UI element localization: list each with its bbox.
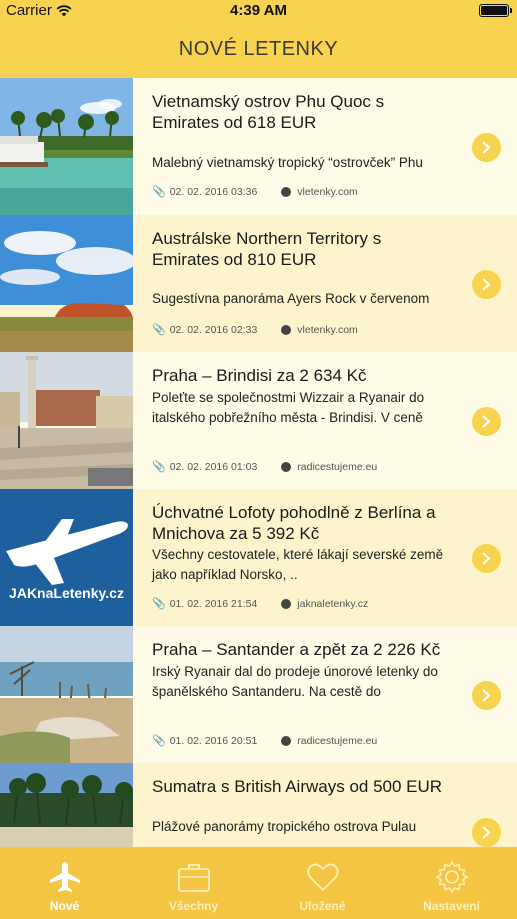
item-source: vletenky.com bbox=[297, 323, 358, 336]
globe-icon bbox=[281, 735, 292, 746]
paperclip-icon: 📎 bbox=[152, 598, 166, 610]
item-date: 02. 02. 2016 03:36 bbox=[169, 185, 258, 198]
paperclip-icon: 📎 bbox=[152, 186, 166, 198]
item-date: 02. 02. 2016 02:33 bbox=[169, 323, 258, 336]
chevron-right-icon bbox=[482, 689, 491, 702]
item-content[interactable]: Úchvatné Lofoty pohodlně z Berlína a Mni… bbox=[133, 489, 517, 626]
item-meta: 📎 01. 02. 2016 20:51 radicestujeme.eu bbox=[152, 734, 472, 748]
heart-icon bbox=[307, 863, 339, 892]
item-description: Plážové panorámy tropického ostrova Pula… bbox=[152, 819, 417, 834]
item-content[interactable]: Vietnamský ostrov Phu Quoc s Emirates od… bbox=[133, 78, 517, 215]
globe-icon bbox=[281, 324, 292, 335]
item-title[interactable]: Praha – Brindisi za 2 634 Kč bbox=[152, 365, 452, 386]
item-title[interactable]: Sumatra s British Airways od 500 EUR bbox=[152, 776, 452, 797]
paperclip-icon: 📎 bbox=[152, 461, 166, 473]
airplane-logo-icon bbox=[6, 519, 128, 585]
item-meta: 📎 01. 02. 2016 21:54 jaknaletenky.cz bbox=[152, 597, 472, 611]
tab-ulozene[interactable]: Uložené bbox=[258, 847, 387, 919]
item-description: Sugestívna panoráma Ayers Rock v červeno… bbox=[152, 291, 430, 306]
navigation-bar: NOVÉ LETENKY bbox=[0, 22, 517, 78]
item-content[interactable]: Praha – Santander a zpět za 2 226 Kč Irs… bbox=[133, 626, 517, 763]
chevron-right-icon bbox=[482, 141, 491, 154]
chevron-right-icon bbox=[482, 415, 491, 428]
item-description: Všechny cestovatele, které lákají severs… bbox=[152, 547, 444, 582]
thumbnail-santander-coast bbox=[0, 626, 133, 763]
tab-vsechny[interactable]: Všechny bbox=[129, 847, 258, 919]
status-bar: Carrier 4:39 AM bbox=[0, 0, 517, 22]
item-date: 01. 02. 2016 20:51 bbox=[169, 734, 258, 747]
chevron-right-icon bbox=[482, 552, 491, 565]
item-title[interactable]: Praha – Santander a zpět za 2 226 Kč bbox=[152, 639, 452, 660]
item-description: Malebný vietnamský tropický “ostrovček” … bbox=[152, 155, 423, 170]
tab-label: Všechny bbox=[168, 899, 219, 913]
item-content[interactable]: Praha – Brindisi za 2 634 Kč Poleťte se … bbox=[133, 352, 517, 489]
list-item[interactable]: Vietnamský ostrov Phu Quoc s Emirates od… bbox=[0, 78, 517, 215]
list-item[interactable]: Praha – Brindisi za 2 634 Kč Poleťte se … bbox=[0, 352, 517, 489]
item-description: Poleťte se společnostmi Wizzair a Ryanai… bbox=[152, 390, 425, 425]
tab-label: Nové bbox=[49, 899, 80, 913]
thumbnail-ayers-rock bbox=[0, 215, 133, 352]
open-detail-button[interactable] bbox=[472, 133, 501, 162]
battery-icon bbox=[479, 4, 512, 17]
item-title[interactable]: Úchvatné Lofoty pohodlně z Berlína a Mni… bbox=[152, 502, 452, 544]
item-content[interactable]: Sumatra s British Airways od 500 EUR Plá… bbox=[133, 763, 517, 847]
tab-label: Uložené bbox=[299, 899, 346, 913]
globe-icon bbox=[281, 598, 292, 609]
paperclip-icon: 📎 bbox=[152, 324, 166, 336]
thumbnail-sumatra-palms bbox=[0, 763, 133, 847]
item-source: jaknaletenky.cz bbox=[297, 597, 369, 610]
list-item[interactable]: Sumatra s British Airways od 500 EUR Plá… bbox=[0, 763, 517, 847]
open-detail-button[interactable] bbox=[472, 818, 501, 847]
ticket-list[interactable]: Vietnamský ostrov Phu Quoc s Emirates od… bbox=[0, 78, 517, 847]
item-meta: 📎 02. 02. 2016 02:33 vletenky.com bbox=[152, 323, 472, 337]
chevron-right-icon bbox=[482, 278, 491, 291]
item-description: Irský Ryanair dal do prodeje únorové let… bbox=[152, 664, 438, 699]
open-detail-button[interactable] bbox=[472, 407, 501, 436]
thumbnail-brindisi bbox=[0, 352, 133, 489]
open-detail-button[interactable] bbox=[472, 270, 501, 299]
globe-icon bbox=[281, 186, 292, 197]
thumbnail-logo-text: JAKnaLetenky.cz bbox=[9, 585, 124, 601]
list-item[interactable]: Austrálske Northern Territory s Emirates… bbox=[0, 215, 517, 352]
list-item[interactable]: Praha – Santander a zpět za 2 226 Kč Irs… bbox=[0, 626, 517, 763]
tab-nastaveni[interactable]: Nastavení bbox=[387, 847, 516, 919]
item-source: radicestujeme.eu bbox=[297, 734, 378, 747]
item-content[interactable]: Austrálske Northern Territory s Emirates… bbox=[133, 215, 517, 352]
item-title[interactable]: Austrálske Northern Territory s Emirates… bbox=[152, 228, 452, 270]
item-date: 01. 02. 2016 21:54 bbox=[169, 597, 258, 610]
gear-icon bbox=[435, 860, 469, 894]
item-meta: 📎 02. 02. 2016 03:36 vletenky.com bbox=[152, 185, 472, 199]
clock: 4:39 AM bbox=[230, 2, 287, 19]
chevron-right-icon bbox=[482, 826, 491, 839]
tab-nove[interactable]: Nové bbox=[0, 847, 129, 919]
item-source: vletenky.com bbox=[297, 185, 358, 198]
item-source: radicestujeme.eu bbox=[297, 460, 378, 473]
page-title: NOVÉ LETENKY bbox=[178, 38, 339, 60]
thumbnail-beach-boat bbox=[0, 78, 133, 215]
item-date: 02. 02. 2016 01:03 bbox=[169, 460, 258, 473]
open-detail-button[interactable] bbox=[472, 681, 501, 710]
open-detail-button[interactable] bbox=[472, 544, 501, 573]
suitcase-icon bbox=[178, 864, 210, 892]
plane-icon bbox=[50, 862, 80, 892]
globe-icon bbox=[281, 461, 292, 472]
list-item[interactable]: JAKnaLetenky.cz Úchvatné Lofoty pohodlně… bbox=[0, 489, 517, 626]
tab-bar: Nové Všechny Uložené Nastavení bbox=[0, 847, 517, 919]
item-title[interactable]: Vietnamský ostrov Phu Quoc s Emirates od… bbox=[152, 91, 452, 133]
paperclip-icon: 📎 bbox=[152, 735, 166, 747]
thumbnail-jaknaletenky-logo: JAKnaLetenky.cz bbox=[0, 489, 133, 626]
tab-label: Nastavení bbox=[423, 899, 480, 913]
item-meta: 📎 02. 02. 2016 01:03 radicestujeme.eu bbox=[152, 460, 472, 474]
